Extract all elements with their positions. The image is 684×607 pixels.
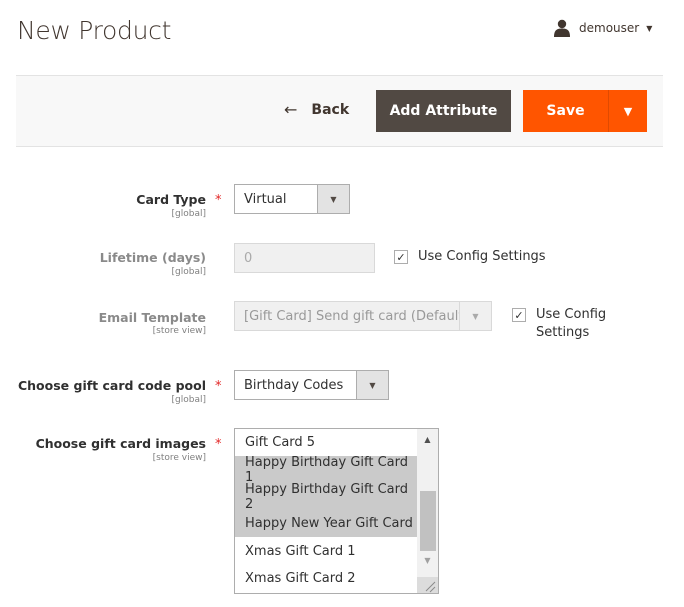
required-mark: * xyxy=(215,379,222,394)
email-template-value: [Gift Card] Send gift card (Default) xyxy=(244,308,469,324)
email-template-use-config-checkbox[interactable]: ✓ xyxy=(512,308,526,322)
save-options-toggle[interactable]: ▼ xyxy=(608,90,647,132)
list-item[interactable]: Happy Birthday Gift Card 2 xyxy=(235,482,417,512)
save-button[interactable]: Save xyxy=(523,90,608,132)
list-item[interactable]: Xmas Gift Card 2 xyxy=(235,565,417,592)
back-arrow-icon: ← xyxy=(284,100,298,119)
email-template-label: Email Template xyxy=(98,310,206,325)
lifetime-input[interactable]: 0 xyxy=(234,243,375,273)
code-pool-label: Choose gift card code pool xyxy=(17,378,206,393)
back-label: Back xyxy=(311,101,350,118)
code-pool-select[interactable]: Birthday Codes ▼ xyxy=(234,370,389,400)
code-pool-scope: [global] xyxy=(171,395,206,405)
email-template-use-config-label: Use Config Settings xyxy=(536,306,606,342)
list-item[interactable]: Happy Birthday Gift Card 1 xyxy=(235,455,417,485)
lifetime-use-config-checkbox[interactable]: ✓ xyxy=(394,250,408,264)
list-item[interactable]: Happy New Year Gift Card xyxy=(235,510,417,537)
card-type-value: Virtual xyxy=(244,191,287,207)
back-button[interactable]: ← Back xyxy=(284,100,349,119)
add-attribute-button[interactable]: Add Attribute xyxy=(376,90,511,132)
required-mark: * xyxy=(215,193,222,208)
check-icon: ✓ xyxy=(396,250,406,264)
check-icon: ✓ xyxy=(514,308,524,322)
images-scope: [store view] xyxy=(152,453,206,463)
images-label: Choose gift card images xyxy=(35,436,206,451)
email-template-select[interactable]: [Gift Card] Send gift card (Default) ▼ xyxy=(234,301,492,331)
card-type-label: Card Type xyxy=(136,192,206,207)
list-item[interactable]: Gift Card 5 xyxy=(235,429,417,456)
user-name: demouser xyxy=(579,21,640,35)
card-type-scope: [global] xyxy=(171,209,206,219)
code-pool-value: Birthday Codes xyxy=(244,377,344,393)
gift-card-images-multiselect[interactable]: Gift Card 5 Happy Birthday Gift Card 1 H… xyxy=(234,428,439,594)
resize-grip-icon[interactable] xyxy=(417,577,438,593)
use-config-line2: Settings xyxy=(536,325,590,340)
caret-down-icon: ▼ xyxy=(459,302,491,330)
email-template-scope: [store view] xyxy=(152,326,206,336)
scroll-up-arrow-icon[interactable]: ▲ xyxy=(417,431,438,448)
scroll-thumb[interactable] xyxy=(420,491,436,551)
caret-down-icon: ▼ xyxy=(356,371,388,399)
save-button-group: Save ▼ xyxy=(523,90,647,132)
card-type-select[interactable]: Virtual ▼ xyxy=(234,184,350,214)
scroll-down-arrow-icon[interactable]: ▼ xyxy=(417,552,438,569)
user-menu[interactable]: demouser ▼ xyxy=(553,19,652,37)
list-item[interactable]: Xmas Gift Card 1 xyxy=(235,538,417,565)
caret-down-icon: ▼ xyxy=(317,185,349,213)
lifetime-use-config-label: Use Config Settings xyxy=(418,249,546,264)
page-title: New Product xyxy=(17,16,172,45)
use-config-line1: Use Config xyxy=(536,307,607,322)
lifetime-scope: [global] xyxy=(171,267,206,277)
lifetime-label: Lifetime (days) xyxy=(99,250,206,265)
required-mark: * xyxy=(215,437,222,452)
user-icon xyxy=(554,19,570,37)
listbox-scrollbar[interactable]: ▲ ▼ xyxy=(417,429,438,579)
page-actions-toolbar: ← Back Add Attribute Save ▼ xyxy=(16,75,663,147)
caret-down-icon: ▼ xyxy=(646,23,653,33)
caret-down-icon: ▼ xyxy=(623,104,633,118)
